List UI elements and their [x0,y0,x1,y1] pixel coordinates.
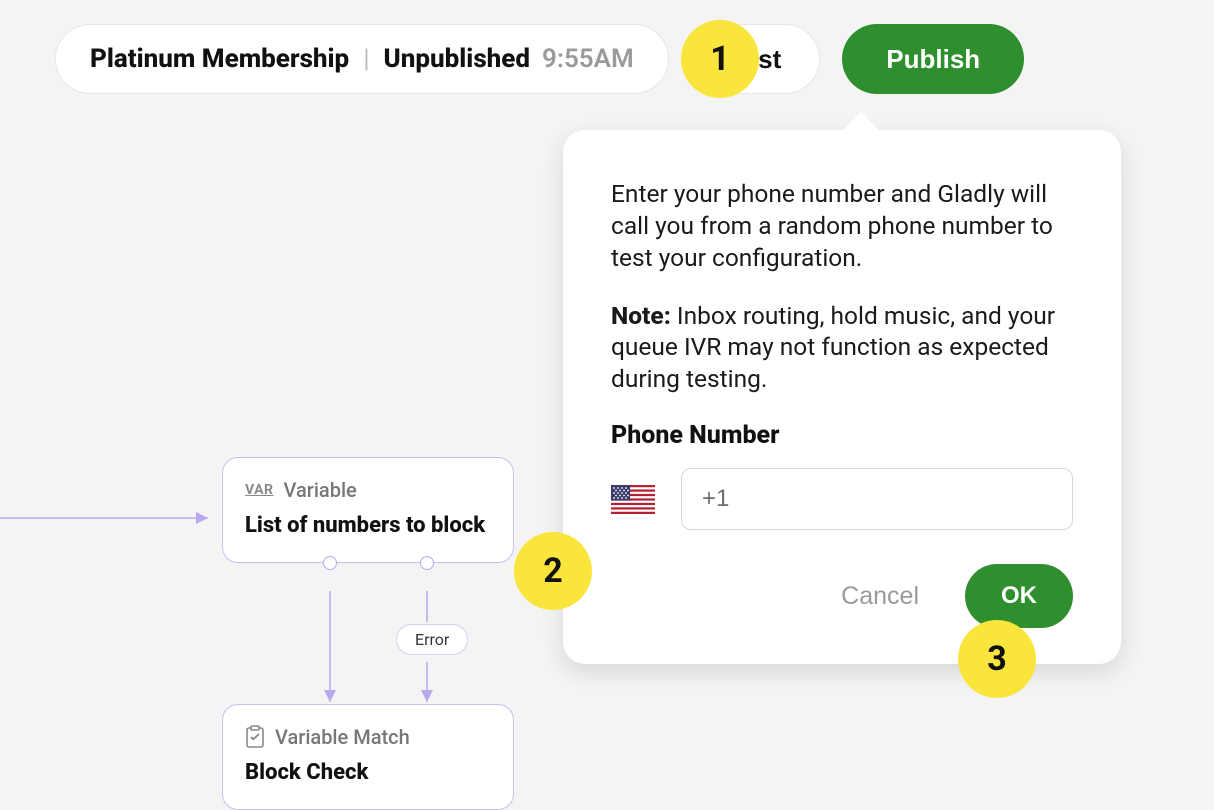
popover-note: Note: Inbox routing, hold music, and you… [611,300,1073,396]
annotation-1: 1 [681,20,759,98]
us-flag-icon[interactable] [611,485,655,514]
popover-actions: Cancel OK [611,564,1073,628]
note-prefix: Note: [611,301,671,330]
note-body: Inbox routing, hold music, and your queu… [611,301,1055,394]
ok-button[interactable]: OK [965,564,1073,628]
popover-intro: Enter your phone number and Gladly will … [611,178,1073,274]
cancel-button[interactable]: Cancel [835,581,925,612]
annotation-3: 3 [958,620,1036,698]
test-popover: Enter your phone number and Gladly will … [563,130,1121,664]
phone-row [611,468,1073,530]
phone-number-input[interactable] [681,468,1073,530]
phone-number-label: Phone Number [611,421,1073,450]
annotation-2: 2 [514,532,592,610]
